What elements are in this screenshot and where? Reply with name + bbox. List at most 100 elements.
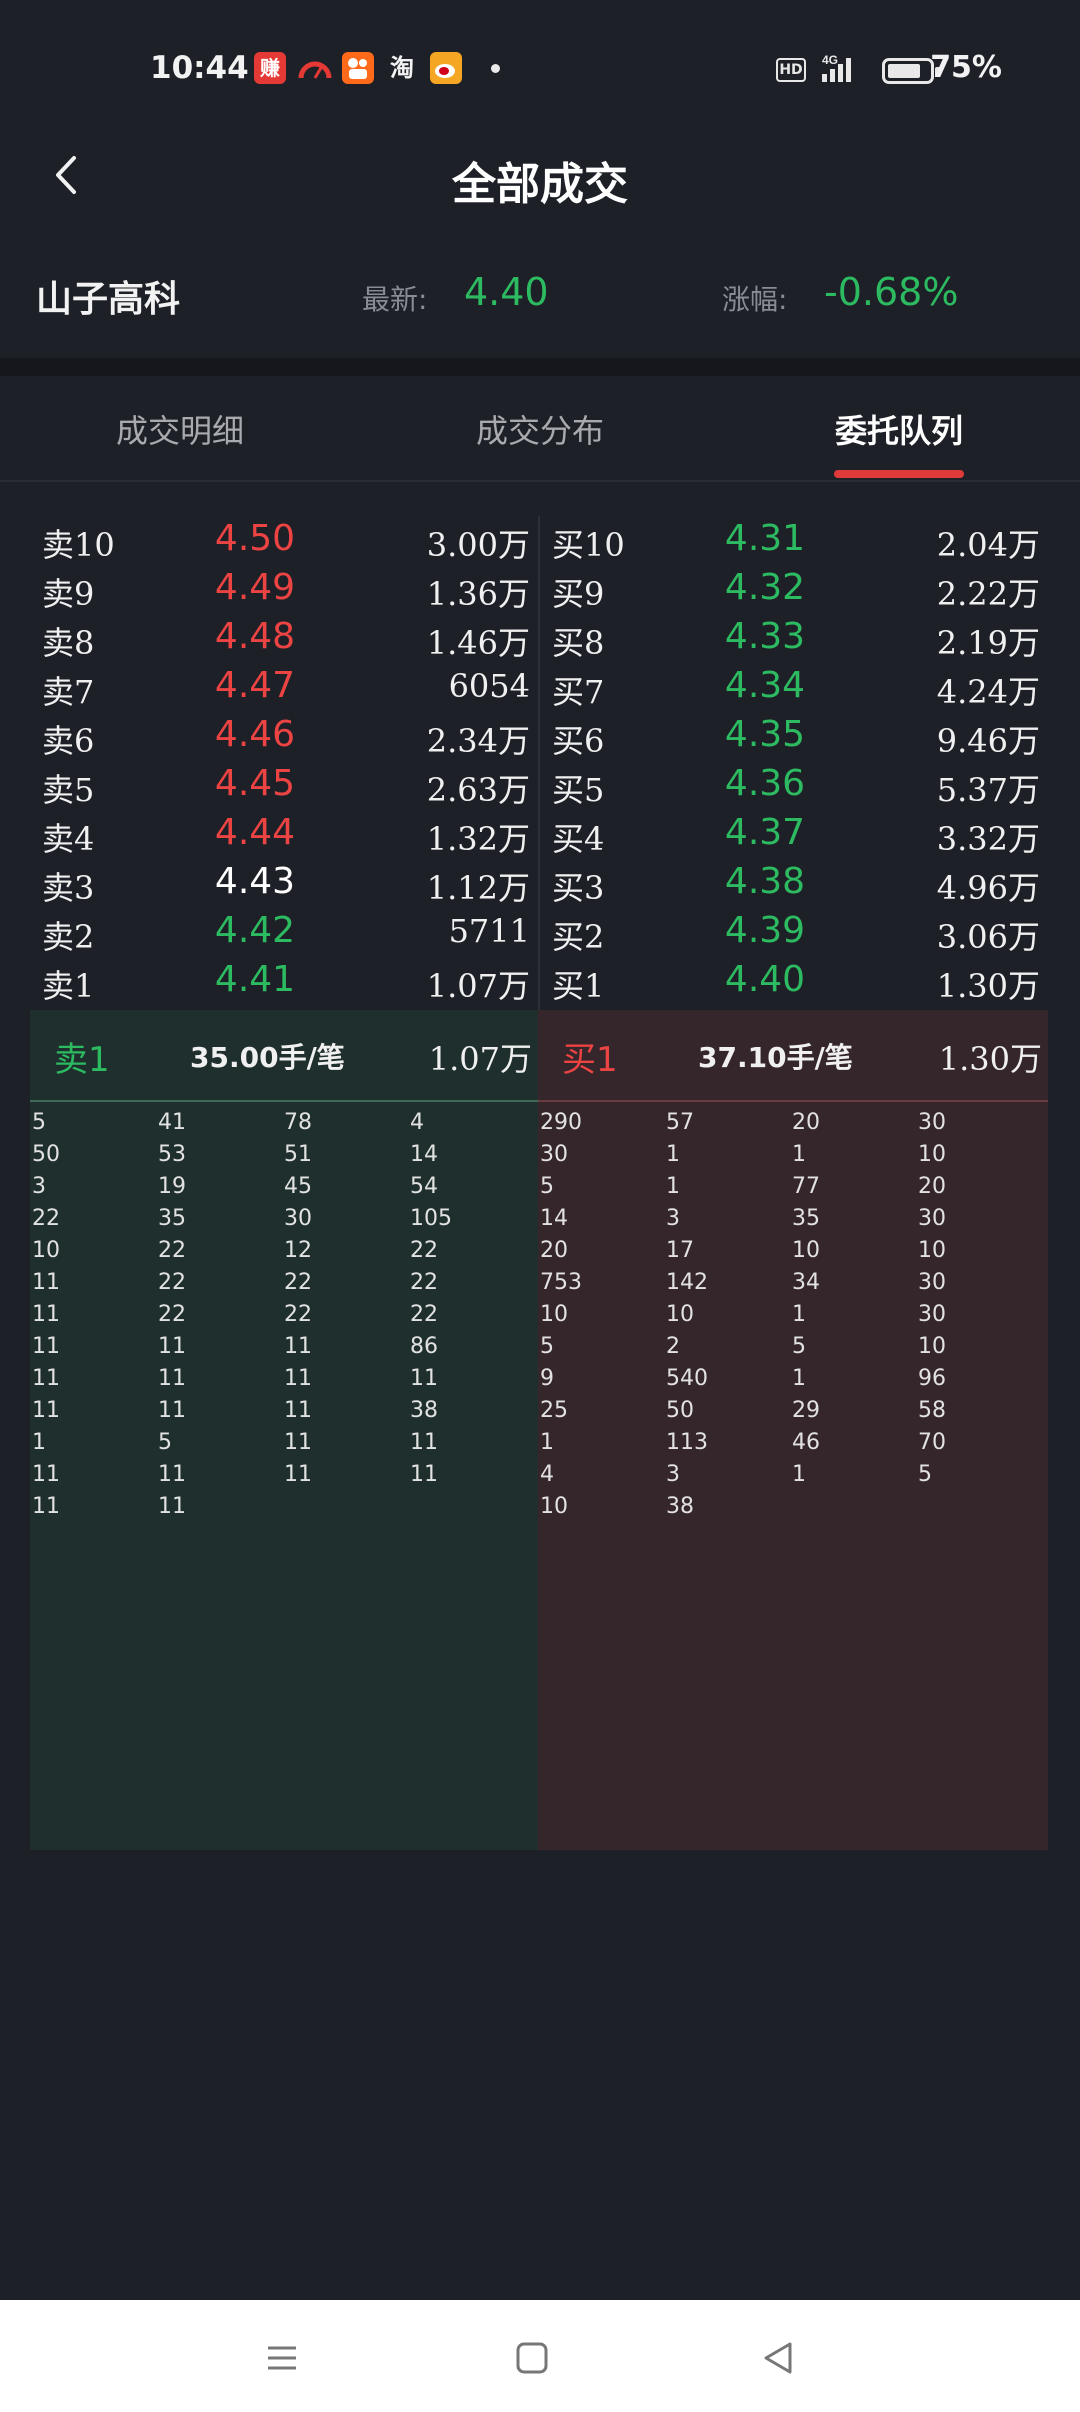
sell-queue-cell: 22	[410, 1270, 438, 1295]
sell-queue-cell: 19	[158, 1174, 186, 1199]
stock-name: 山子高科	[36, 279, 181, 320]
tab-trade-distribution[interactable]: 成交分布	[390, 406, 690, 452]
buy-queue-cell: 1	[792, 1142, 806, 1167]
buy-level-label: 买2	[552, 918, 605, 956]
sell-level-row: 卖10 4.50 3.00万	[30, 516, 538, 565]
buy-level-price: 4.39	[724, 910, 806, 951]
page-title: 全部成交	[452, 159, 628, 210]
sell-level-label: 卖1	[42, 967, 95, 1005]
nav-bar: 全部成交	[0, 130, 1080, 240]
buy-queue-cell: 30	[918, 1206, 946, 1231]
buy-level-volume: 4.96万	[936, 869, 1040, 907]
tab-trade-detail[interactable]: 成交明细	[30, 406, 330, 452]
svg-text:4G: 4G	[822, 53, 838, 67]
sell-queue-cell: 105	[410, 1206, 452, 1231]
buy-queue-avg: 37.10手/笔	[698, 1041, 853, 1074]
sell-queue-cell: 22	[284, 1302, 312, 1327]
change-percent: -0.68%	[824, 270, 959, 314]
sell-level-volume: 6054	[448, 667, 530, 705]
tab-bar: 成交明细 成交分布 委托队列	[0, 376, 1080, 482]
status-time: 10:44	[150, 50, 249, 86]
sell-queue-cell: 11	[32, 1462, 60, 1487]
battery-icon	[882, 58, 940, 84]
buy-queue-cell: 5	[918, 1462, 932, 1487]
buy-level-label: 买1	[552, 967, 605, 1005]
sell-queue-cell: 11	[32, 1302, 60, 1327]
sell-queue-cell: 50	[32, 1142, 60, 1167]
sell-queue-label: 卖1	[54, 1040, 110, 1080]
sell-queue-cell: 38	[410, 1398, 438, 1423]
buy-level-volume: 2.04万	[936, 526, 1040, 564]
buy-queue-cell: 10	[540, 1302, 568, 1327]
buy-queue-row: 5 2 5 10	[538, 1334, 1046, 1366]
buy-queue-cell: 46	[792, 1430, 820, 1455]
tab-order-queue[interactable]: 委托队列	[749, 406, 1049, 452]
system-nav-bar	[0, 2300, 1080, 2412]
buy-queue-header: 买1 37.10手/笔 1.30万	[538, 1010, 1048, 1102]
sell-queue-cell: 22	[284, 1270, 312, 1295]
buy-queue-cell: 5	[540, 1174, 554, 1199]
back-triangle-icon[interactable]	[758, 2338, 798, 2378]
tab-active-indicator	[834, 470, 964, 478]
kuaishou-app-icon	[342, 52, 374, 84]
home-icon[interactable]	[512, 2338, 552, 2378]
sell-queue-cell: 45	[284, 1174, 312, 1199]
buy-level-row: 买6 4.35 9.46万	[540, 712, 1048, 761]
sell-queue-row: 11 11 11 86	[30, 1334, 538, 1366]
sell-level-label: 卖5	[42, 771, 95, 809]
buy-queue-row: 25 50 29 58	[538, 1398, 1046, 1430]
buy-queue-cell: 14	[540, 1206, 568, 1231]
sell-level-row: 卖2 4.42 5711	[30, 908, 538, 957]
sell-level-row: 卖7 4.47 6054	[30, 663, 538, 712]
menu-icon[interactable]	[262, 2338, 302, 2378]
signal-4g-icon: 4G	[818, 52, 868, 84]
buy-level-price: 4.33	[724, 616, 806, 657]
sell-queue-row: 11 11	[30, 1494, 538, 1526]
status-bar: 10:44 赚 淘 HD 4G 75%	[0, 0, 1080, 140]
sell-queue-cell: 1	[32, 1430, 46, 1455]
buy-queue-cell: 30	[540, 1142, 568, 1167]
buy-queue-cell: 1	[666, 1142, 680, 1167]
buy-level-label: 买6	[552, 722, 605, 760]
buy-level-row: 买8 4.33 2.19万	[540, 614, 1048, 663]
sell-queue-cell: 11	[410, 1430, 438, 1455]
sell-queue-cell: 5	[32, 1110, 46, 1135]
sell-queue-row: 11 22 22 22	[30, 1270, 538, 1302]
sell-queue-cell: 22	[158, 1270, 186, 1295]
sell-level-price: 4.45	[214, 763, 296, 804]
sell-queue-cell: 11	[32, 1398, 60, 1423]
buy-queue-cell: 2	[666, 1334, 680, 1359]
buy-level-price: 4.36	[724, 763, 806, 804]
sell-level-label: 卖8	[42, 624, 95, 662]
sell-queue-cell: 10	[32, 1238, 60, 1263]
sell-level-volume: 1.46万	[426, 624, 530, 662]
sell-queue-cell: 11	[158, 1366, 186, 1391]
buy-queue-cell: 1	[540, 1430, 554, 1455]
buy-queue-cell: 57	[666, 1110, 694, 1135]
buy-level-row: 买2 4.39 3.06万	[540, 908, 1048, 957]
buy-queue-cell: 4	[540, 1462, 554, 1487]
sell-queue-cell: 3	[32, 1174, 46, 1199]
buy-level-row: 买1 4.40 1.30万	[540, 957, 1048, 1006]
buy-queue-cell: 753	[540, 1270, 582, 1295]
buy-queue-cell: 30	[918, 1302, 946, 1327]
buy-queue-cell: 20	[540, 1238, 568, 1263]
buy-queue-total: 1.30万	[938, 1040, 1042, 1078]
buy-level-volume: 2.19万	[936, 624, 1040, 662]
buy-queue-cell: 30	[918, 1270, 946, 1295]
buy-level-label: 买7	[552, 673, 605, 711]
buy-queue-cell: 10	[918, 1334, 946, 1359]
sell-queue-cell: 22	[410, 1238, 438, 1263]
buy-queue-cell: 1	[666, 1174, 680, 1199]
earn-app-icon: 赚	[254, 52, 286, 84]
sell-level-row: 卖5 4.45 2.63万	[30, 761, 538, 810]
sell-level-price: 4.43	[214, 861, 296, 902]
sell-level-label: 卖6	[42, 722, 95, 760]
sell-queue-cell: 78	[284, 1110, 312, 1135]
sell-queue-row: 11 22 22 22	[30, 1302, 538, 1334]
buy-queue-cell: 1	[792, 1302, 806, 1327]
buy-queue-cell: 30	[918, 1110, 946, 1135]
buy-level-row: 买5 4.36 5.37万	[540, 761, 1048, 810]
buy-level-label: 买3	[552, 869, 605, 907]
sell-level-price: 4.41	[214, 959, 296, 1000]
